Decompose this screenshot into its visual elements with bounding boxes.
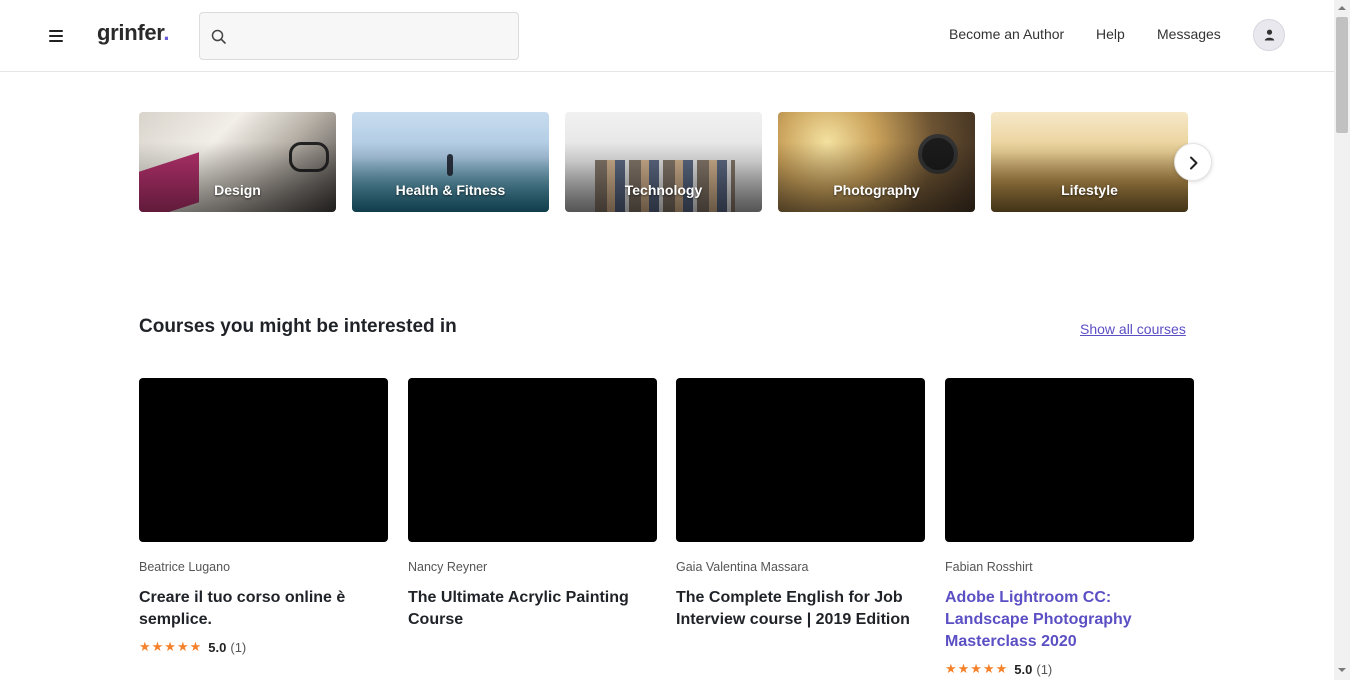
star-rating-icons: ★★★★★	[945, 661, 1009, 676]
course-title-link[interactable]: Creare il tuo corso online è semplice.	[139, 587, 388, 631]
scrollbar-thumb[interactable]	[1336, 17, 1348, 133]
chevron-right-icon	[1190, 156, 1198, 170]
search-input[interactable]	[236, 13, 512, 59]
category-label: Lifestyle	[1061, 182, 1118, 198]
logo-dot: .	[163, 20, 170, 45]
top-header: grinfer. Become an Author Help Messages	[0, 0, 1334, 72]
course-author: Nancy Reyner	[408, 560, 488, 574]
become-author-link[interactable]: Become an Author	[949, 26, 1064, 42]
category-card-photography[interactable]: Photography	[778, 112, 975, 212]
course-card: Beatrice Lugano Creare il tuo corso onli…	[139, 378, 388, 655]
course-card: Fabian Rosshirt Adobe Lightroom CC: Land…	[945, 378, 1194, 677]
page-scrollbar[interactable]	[1334, 0, 1350, 680]
course-card: Nancy Reyner The Ultimate Acrylic Painti…	[408, 378, 657, 631]
category-label: Technology	[624, 182, 703, 198]
category-card-lifestyle[interactable]: Lifestyle	[991, 112, 1188, 212]
course-rating: ★★★★★ 5.0 (1)	[945, 661, 1194, 677]
course-rating: ★★★★★ 5.0 (1)	[139, 639, 388, 655]
carousel-next-button[interactable]	[1174, 143, 1212, 181]
show-all-courses-link[interactable]: Show all courses	[1080, 321, 1186, 337]
category-label: Health & Fitness	[395, 182, 506, 198]
category-card-technology[interactable]: Technology	[565, 112, 762, 212]
course-thumbnail[interactable]	[408, 378, 657, 542]
course-thumbnail[interactable]	[139, 378, 388, 542]
rating-score: 5.0	[1014, 661, 1033, 677]
search-box[interactable]	[199, 12, 519, 60]
course-title-link[interactable]: The Complete English for Job Interview c…	[676, 587, 925, 631]
section-title: Courses you might be interested in	[139, 316, 457, 337]
category-label: Design	[214, 182, 261, 198]
scroll-down-arrow-icon[interactable]	[1338, 668, 1346, 672]
course-author: Gaia Valentina Massara	[676, 560, 809, 574]
category-card-design[interactable]: Design	[139, 112, 336, 212]
messages-link[interactable]: Messages	[1157, 26, 1221, 42]
course-thumbnail[interactable]	[945, 378, 1194, 542]
course-card: Gaia Valentina Massara The Complete Engl…	[676, 378, 925, 631]
category-card-health-fitness[interactable]: Health & Fitness	[352, 112, 549, 212]
rating-score: 5.0	[208, 639, 227, 655]
star-rating-icons: ★★★★★	[139, 639, 203, 654]
course-title-link[interactable]: The Ultimate Acrylic Painting Course	[408, 587, 657, 631]
logo-text: grinfer	[97, 20, 164, 45]
category-label: Photography	[833, 182, 920, 198]
logo[interactable]: grinfer.	[97, 20, 169, 46]
course-title-link[interactable]: Adobe Lightroom CC: Landscape Photograph…	[945, 587, 1194, 653]
rating-count: (1)	[1036, 661, 1053, 677]
course-author: Fabian Rosshirt	[945, 560, 1033, 574]
help-link[interactable]: Help	[1096, 26, 1125, 42]
user-icon	[1264, 29, 1275, 41]
user-avatar-button[interactable]	[1253, 19, 1285, 51]
scroll-up-arrow-icon[interactable]	[1338, 6, 1346, 10]
course-thumbnail[interactable]	[676, 378, 925, 542]
course-author: Beatrice Lugano	[139, 560, 231, 574]
hamburger-menu-icon[interactable]	[44, 24, 68, 48]
search-icon	[211, 29, 226, 44]
rating-count: (1)	[230, 639, 247, 655]
